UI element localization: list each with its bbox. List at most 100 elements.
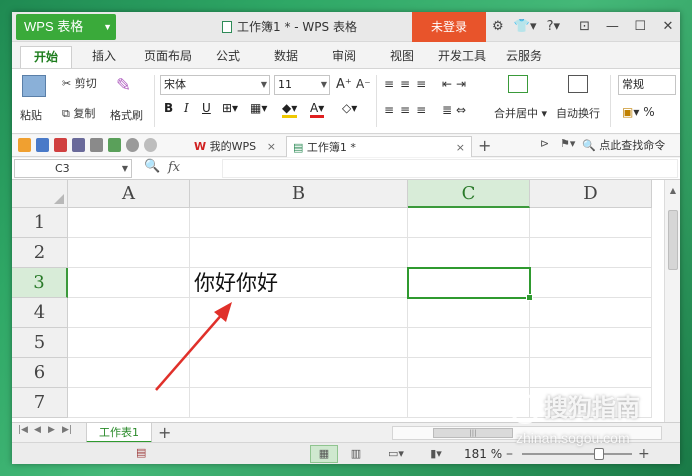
tab-home[interactable]: 开始 bbox=[20, 46, 72, 68]
format-painter-icon[interactable]: ✎ bbox=[116, 75, 131, 96]
sheet-tab-1[interactable]: 工作表1 bbox=[86, 423, 152, 443]
tab-cloud[interactable]: 云服务 bbox=[502, 46, 546, 66]
cell-a5[interactable] bbox=[68, 328, 190, 358]
cell-a2[interactable] bbox=[68, 238, 190, 268]
number-format-select[interactable]: 常规 bbox=[618, 75, 676, 95]
settings-icon[interactable]: ⚙ bbox=[492, 12, 504, 42]
tab-developer[interactable]: 开发工具 bbox=[434, 46, 490, 66]
cell-d2[interactable] bbox=[530, 238, 652, 268]
vertical-scrollbar[interactable]: ▲ bbox=[664, 180, 680, 422]
print-preview-icon[interactable] bbox=[90, 138, 103, 152]
zoom-out-icon[interactable]: – bbox=[506, 443, 513, 465]
cell-c5[interactable] bbox=[408, 328, 530, 358]
help-icon[interactable]: ?▾ bbox=[547, 12, 560, 42]
tab-view[interactable]: 视图 bbox=[382, 46, 422, 66]
cell-b3[interactable]: 你好你好 bbox=[194, 268, 278, 298]
cell-a7[interactable] bbox=[68, 388, 190, 418]
copy-button[interactable]: ⧉ 复制 bbox=[62, 105, 95, 121]
open-icon[interactable] bbox=[18, 138, 31, 152]
clear-format-icon[interactable]: ◇▾ bbox=[342, 101, 357, 115]
close-tab-icon[interactable]: × bbox=[267, 136, 276, 157]
print-icon[interactable] bbox=[72, 138, 85, 152]
minimize-icon[interactable]: — bbox=[600, 12, 624, 42]
select-all-corner[interactable] bbox=[12, 180, 68, 208]
login-button[interactable]: 未登录 bbox=[412, 12, 486, 42]
cell-a3[interactable] bbox=[68, 268, 190, 298]
cell-d6[interactable] bbox=[530, 358, 652, 388]
increase-font-icon[interactable]: A⁺ bbox=[336, 77, 352, 92]
normal-view-button[interactable]: ▦ bbox=[310, 445, 338, 463]
paste-label[interactable]: 粘贴 bbox=[20, 107, 42, 123]
active-cell-c3[interactable] bbox=[407, 267, 533, 301]
indent-icon[interactable]: ⇤⇥ bbox=[442, 77, 470, 91]
zoom-slider[interactable] bbox=[522, 453, 632, 455]
cell-c4[interactable] bbox=[408, 298, 530, 328]
align-horizontal-group[interactable]: ≡≡≡ bbox=[384, 103, 432, 117]
page-break-view-button[interactable]: ▥ bbox=[342, 445, 370, 463]
bold-button[interactable]: B bbox=[164, 101, 173, 115]
tab-review[interactable]: 审阅 bbox=[324, 46, 364, 66]
column-header-b[interactable]: B bbox=[190, 180, 408, 208]
tab-workbook1[interactable]: ▤ 工作簿1 * × bbox=[286, 136, 472, 157]
tab-data[interactable]: 数据 bbox=[266, 46, 306, 66]
maximize-icon[interactable]: ☐ bbox=[628, 12, 652, 42]
app-menu-button[interactable]: WPS 表格 ▼ bbox=[16, 14, 116, 40]
layout-view-button[interactable]: ▭▾ bbox=[382, 445, 410, 463]
save-icon[interactable] bbox=[36, 138, 49, 152]
zoom-magnifier-icon[interactable]: 🔍 bbox=[144, 159, 160, 174]
fill-color-icon[interactable]: ◆▾ bbox=[282, 101, 298, 118]
column-header-d[interactable]: D bbox=[530, 180, 652, 208]
cut-button[interactable]: ✂ 剪切 bbox=[62, 75, 97, 91]
cell-b5[interactable] bbox=[190, 328, 408, 358]
row-header-2[interactable]: 2 bbox=[12, 238, 68, 268]
row-header-5[interactable]: 5 bbox=[12, 328, 68, 358]
cell-c1[interactable] bbox=[408, 208, 530, 238]
merge-borders-icon[interactable]: ▦▾ bbox=[250, 101, 267, 115]
tab-insert[interactable]: 插入 bbox=[82, 46, 126, 66]
close-icon[interactable]: ✕ bbox=[656, 12, 680, 42]
zoom-slider-thumb[interactable] bbox=[594, 448, 604, 460]
row-header-6[interactable]: 6 bbox=[12, 358, 68, 388]
column-header-a[interactable]: A bbox=[68, 180, 190, 208]
column-header-c[interactable]: C bbox=[408, 180, 530, 208]
cell-b1[interactable] bbox=[190, 208, 408, 238]
row-header-7[interactable]: 7 bbox=[12, 388, 68, 418]
flag-icon[interactable]: ⚑▾ bbox=[560, 137, 575, 150]
cell-b6[interactable] bbox=[190, 358, 408, 388]
format-painter-label[interactable]: 格式刷 bbox=[110, 107, 143, 123]
cell-a4[interactable] bbox=[68, 298, 190, 328]
borders-icon[interactable]: ⊞▾ bbox=[222, 101, 238, 115]
cell-d5[interactable] bbox=[530, 328, 652, 358]
scroll-up-icon[interactable]: ▲ bbox=[665, 186, 680, 195]
merge-center-button[interactable]: 合并居中 ▾ bbox=[494, 105, 547, 121]
font-size-select[interactable]: 11 ▼ bbox=[274, 75, 330, 95]
cell-b4[interactable] bbox=[190, 298, 408, 328]
wrap-text-icon[interactable] bbox=[568, 75, 588, 93]
skin-icon[interactable]: 👕▾ bbox=[514, 12, 537, 42]
toolbar-misc-icon[interactable]: ⊳ bbox=[540, 137, 549, 150]
wrap-text-button[interactable]: 自动换行 bbox=[556, 105, 600, 121]
row-header-4[interactable]: 4 bbox=[12, 298, 68, 328]
tab-my-wps[interactable]: W 我的WPS × bbox=[188, 136, 282, 157]
row-header-1[interactable]: 1 bbox=[12, 208, 68, 238]
formula-input[interactable] bbox=[222, 159, 678, 178]
undo-icon[interactable] bbox=[126, 138, 139, 152]
redo-icon[interactable] bbox=[144, 138, 157, 152]
tab-formulas[interactable]: 公式 bbox=[208, 46, 248, 66]
decrease-font-icon[interactable]: A⁻ bbox=[356, 77, 371, 91]
cell-d4[interactable] bbox=[530, 298, 652, 328]
distribute-icon[interactable]: ≣⇔ bbox=[442, 103, 470, 117]
align-top-group[interactable]: ≡≡≡ bbox=[384, 77, 432, 91]
new-tab-icon[interactable]: + bbox=[478, 135, 491, 157]
name-box[interactable]: C3 ▼ bbox=[14, 159, 132, 178]
prev-sheet-icon[interactable]: ◀ bbox=[34, 425, 41, 435]
cell-a6[interactable] bbox=[68, 358, 190, 388]
export-pdf-icon[interactable] bbox=[54, 138, 67, 152]
command-search[interactable]: 🔍 点此查找命令 bbox=[582, 135, 665, 157]
font-color-icon[interactable]: A▾ bbox=[310, 101, 325, 118]
cell-b7[interactable] bbox=[190, 388, 408, 418]
fx-icon[interactable]: fx bbox=[168, 160, 180, 175]
horizontal-scroll-thumb[interactable]: ||| bbox=[433, 428, 513, 438]
cell-b2[interactable] bbox=[190, 238, 408, 268]
row-header-3[interactable]: 3 bbox=[12, 268, 68, 298]
